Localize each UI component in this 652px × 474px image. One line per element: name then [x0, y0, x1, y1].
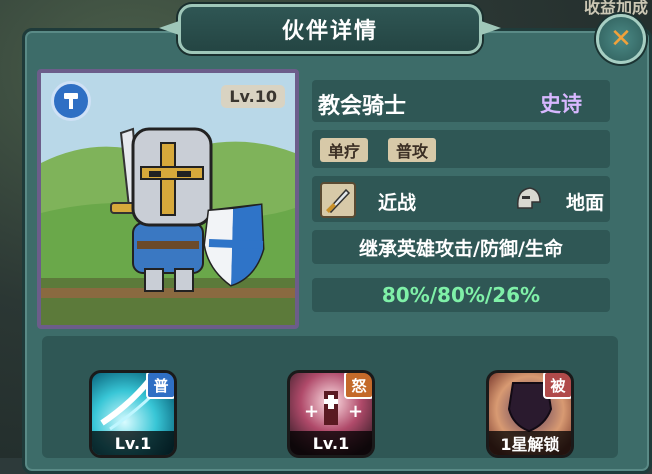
attack-type-text: 近战	[378, 192, 417, 214]
close-icon: ✕	[610, 24, 632, 54]
rarity-label: 史诗	[540, 92, 582, 116]
page-title: 伙伴详情	[281, 19, 378, 44]
skill-type-badge: 普	[146, 373, 174, 399]
skill-type-badge: 怒	[344, 373, 372, 399]
skill-level: 1星解锁	[489, 431, 571, 455]
skill-level: Lv.1	[290, 431, 372, 455]
hero-portrait: Lv.10	[37, 69, 299, 329]
hero-name: 教会骑士	[318, 94, 407, 119]
hero-level-badge: Lv.10	[221, 85, 285, 108]
svg-text:+: +	[304, 401, 319, 422]
skill-normal-attack[interactable]: 普 Lv.1	[89, 370, 177, 458]
title-banner: 伙伴详情	[159, 4, 501, 54]
inherit-stats-values: 80%/80%/26%	[381, 283, 541, 307]
skill-rage[interactable]: + + 怒 Lv.1	[287, 370, 375, 458]
tag-heal: 单疗	[320, 138, 369, 162]
inherit-stats-label: 继承英雄攻击/防御/生命	[359, 237, 563, 260]
skill-level: Lv.1	[92, 431, 174, 455]
skill-passive[interactable]: 被 1星解锁	[486, 370, 574, 458]
hammer-icon	[64, 93, 78, 109]
tag-normal-attack: 普攻	[388, 138, 437, 162]
svg-text:+: +	[348, 401, 363, 422]
position-type-text: 地面	[566, 192, 605, 214]
class-badge	[51, 81, 91, 121]
skill-type-badge: 被	[543, 373, 571, 399]
helmet-ground-icon	[512, 182, 544, 214]
close-button[interactable]: ✕	[596, 14, 646, 64]
melee-icon	[320, 182, 356, 218]
